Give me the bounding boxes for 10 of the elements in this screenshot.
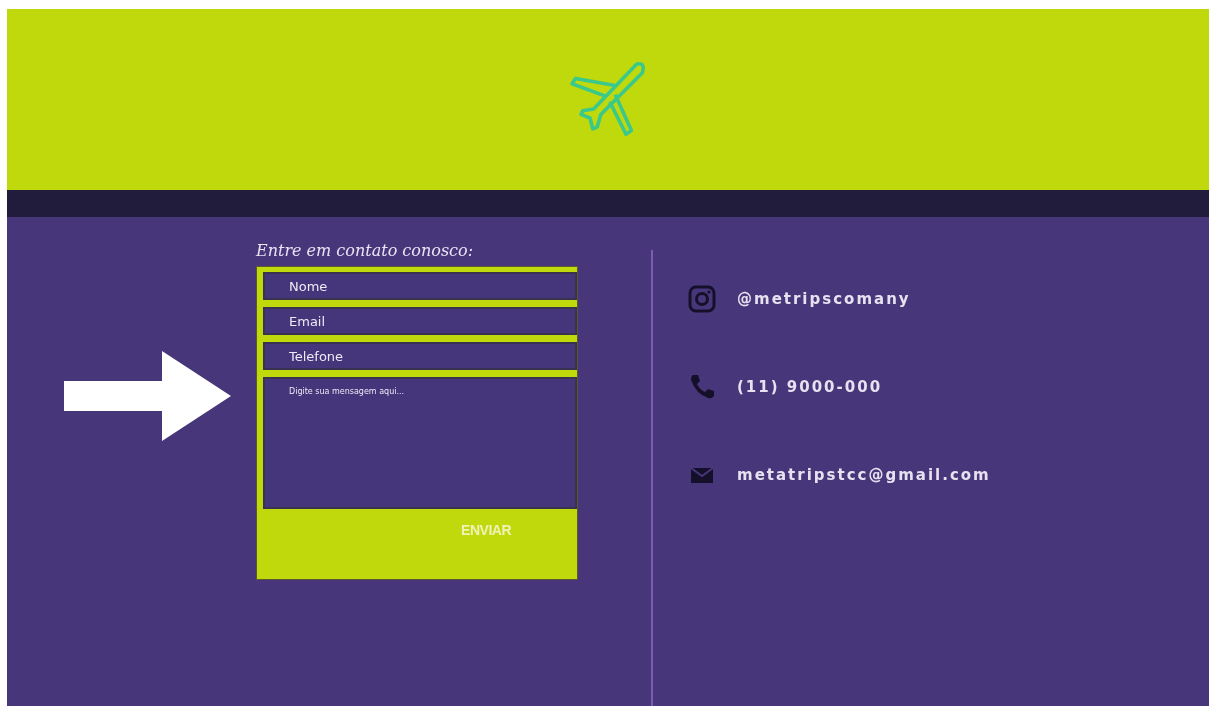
contact-text: @metripscomany xyxy=(737,290,911,308)
message-field[interactable]: Digite sua mensagem aqui... xyxy=(263,377,577,509)
contact-text: metatripstcc@gmail.com xyxy=(737,466,991,484)
input-field[interactable]: Email xyxy=(263,307,577,335)
arrow-icon xyxy=(64,351,231,441)
form-title: Entre em contato conosco: xyxy=(256,241,475,260)
contact-text: (11) 9000-000 xyxy=(737,378,883,396)
instagram-icon xyxy=(687,284,717,314)
input-field[interactable]: Nome xyxy=(263,272,577,300)
input-field[interactable]: Telefone xyxy=(263,342,577,370)
